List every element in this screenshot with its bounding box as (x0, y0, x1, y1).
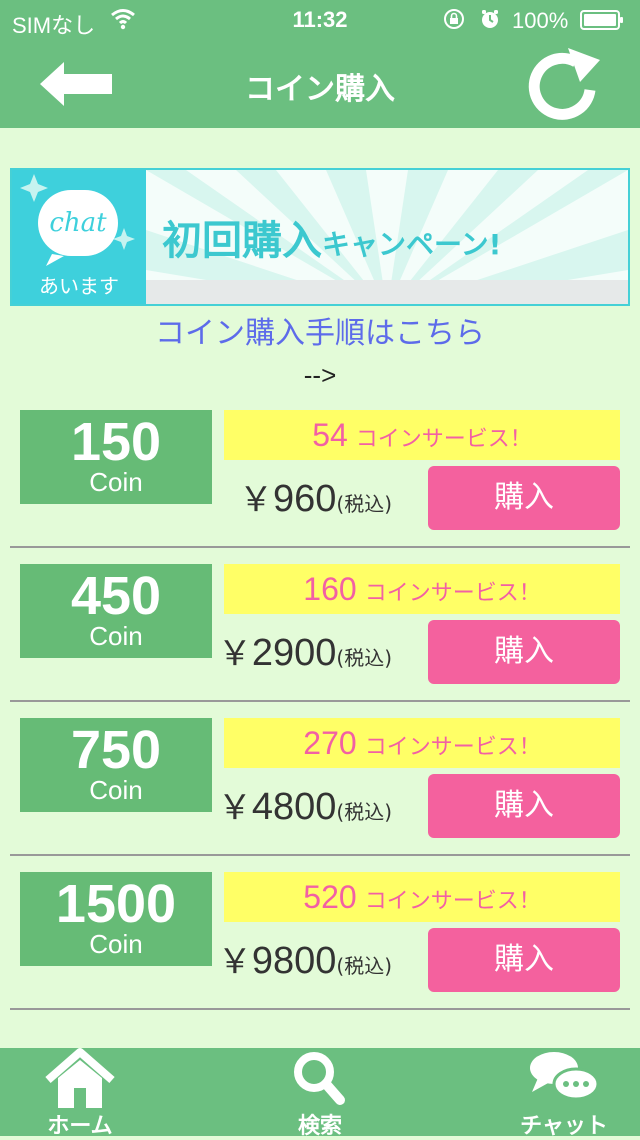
chat-logo: chat あいます (12, 170, 146, 304)
divider (10, 546, 630, 548)
tab-chat-label: チャット (520, 1114, 608, 1139)
coin-unit: Coin (89, 467, 143, 497)
bonus-banner: 520 コインサービス！ (224, 872, 620, 922)
bonus-banner: 54 コインサービス！ (224, 410, 620, 460)
coin-amount: 1500 (55, 874, 177, 934)
divider (10, 700, 630, 702)
coin-amount: 750 (70, 720, 162, 780)
campaign-main: 初回購入 (162, 218, 322, 264)
yen-sign: ￥ (217, 789, 252, 827)
alarm-icon (482, 10, 498, 28)
purchase-guide-link[interactable]: コイン購入手順はこちら (0, 308, 640, 352)
buy-button[interactable]: 購入 (428, 466, 620, 530)
bonus-amount: 270 (303, 725, 357, 761)
bonus-amount: 54 (312, 417, 348, 453)
tax-label: (税込) (336, 646, 392, 670)
battery-icon (580, 10, 623, 30)
bonus-banner: 270 コインサービス！ (224, 718, 620, 768)
coin-amount-box: 150 Coin (20, 410, 212, 504)
tab-search[interactable]: 検索 (240, 1048, 400, 1139)
logo-text: chat (49, 208, 107, 238)
campaign-title: 初回購入キャンペーン! (162, 208, 628, 266)
first-purchase-campaign-banner[interactable]: chat あいます 初回購入キャンペーン! (10, 168, 630, 306)
coin-package-row: 750 Coin 270 コインサービス！ ￥4800(税込) 購入 (0, 718, 640, 872)
buy-button[interactable]: 購入 (428, 620, 620, 684)
coin-amount: 150 (70, 412, 162, 472)
price-amount: 4800 (251, 786, 337, 828)
tax-label: (税込) (336, 800, 392, 824)
battery-percent: 100% (512, 8, 569, 33)
coin-package-row: 1500 Coin 520 コインサービス！ ￥9800(税込) 購入 (0, 872, 640, 1026)
tab-home-label: ホーム (47, 1114, 113, 1139)
coin-package-row: 450 Coin 160 コインサービス！ ￥2900(税込) 購入 (0, 564, 640, 718)
coin-package-row: 150 Coin 54 コインサービス！ ￥960(税込) 購入 (0, 410, 640, 564)
price: ￥9800(税込) (218, 934, 392, 983)
price: ￥2900(税込) (218, 626, 392, 675)
status-bar: SIMなし 11:32 100% (0, 0, 640, 40)
price: ￥960(税込) (239, 472, 392, 521)
buy-button[interactable]: 購入 (428, 774, 620, 838)
bonus-amount: 520 (303, 879, 357, 915)
price-amount: 9800 (251, 940, 337, 982)
bonus-text: コインサービス！ (364, 581, 541, 606)
logo-subtitle: あいます (39, 274, 119, 298)
yen-sign: ￥ (238, 481, 273, 519)
tab-chat[interactable]: チャット (484, 1048, 640, 1139)
price-amount: 2900 (251, 632, 337, 674)
coin-amount-box: 450 Coin (20, 564, 212, 658)
tax-label: (税込) (336, 954, 392, 978)
bonus-amount: 160 (303, 571, 357, 607)
price-amount: 960 (272, 478, 337, 520)
tab-home[interactable]: ホーム (0, 1048, 160, 1139)
navigation-bar: コイン購入 (0, 40, 640, 128)
rotation-lock-icon (444, 9, 464, 29)
tab-search-label: 検索 (297, 1114, 342, 1139)
bonus-text: コインサービス！ (364, 889, 541, 914)
coin-unit: Coin (89, 775, 143, 805)
buy-button[interactable]: 購入 (428, 928, 620, 992)
coin-unit: Coin (89, 929, 143, 959)
refresh-icon[interactable] (524, 46, 604, 126)
yen-sign: ￥ (217, 943, 252, 981)
campaign-sub: キャンペーン! (322, 228, 502, 261)
bonus-text: コインサービス！ (364, 735, 541, 760)
search-icon (294, 1052, 345, 1105)
yen-sign: ￥ (217, 635, 252, 673)
tax-label: (税込) (336, 492, 392, 516)
coin-amount-box: 1500 Coin (20, 872, 212, 966)
home-icon (45, 1048, 115, 1108)
arrow-text: --> (303, 360, 337, 390)
bonus-banner: 160 コインサービス！ (224, 564, 620, 614)
coin-amount-box: 750 Coin (20, 718, 212, 812)
price: ￥4800(税込) (218, 780, 392, 829)
tab-bar: ホーム 検索 チャット (0, 1048, 640, 1139)
divider (10, 854, 630, 856)
bonus-text: コインサービス！ (355, 427, 532, 452)
chat-icon (530, 1052, 600, 1101)
coin-amount: 450 (70, 566, 162, 626)
divider (10, 1008, 630, 1010)
coin-unit: Coin (89, 621, 143, 651)
